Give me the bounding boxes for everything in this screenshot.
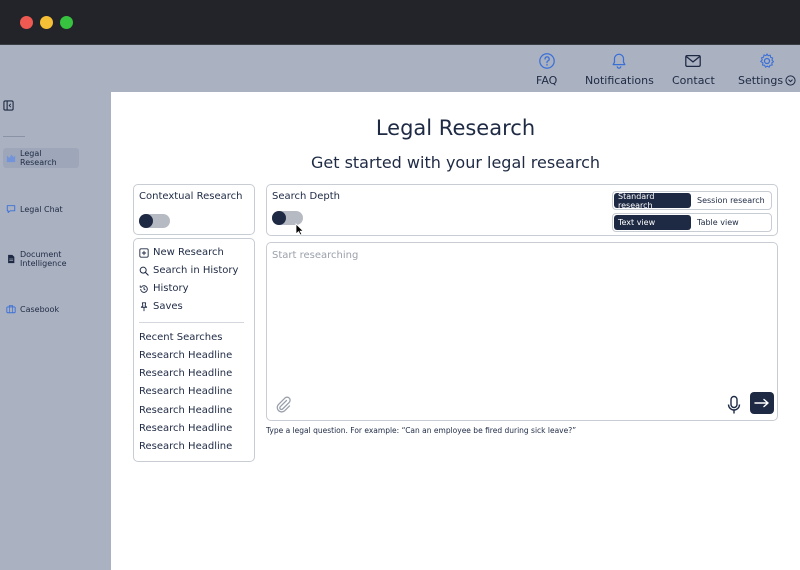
pin-icon xyxy=(140,301,148,311)
recent-search-item[interactable]: Research Headline xyxy=(139,386,232,397)
contact-label: Contact xyxy=(672,74,715,87)
arrow-right-icon xyxy=(754,398,769,408)
history-icon xyxy=(139,284,148,293)
send-button[interactable] xyxy=(750,392,774,414)
new-research-label: New Research xyxy=(153,247,224,258)
research-input-panel xyxy=(266,242,778,421)
maximize-window-button[interactable] xyxy=(60,16,73,29)
history-label: History xyxy=(153,283,189,294)
close-window-button[interactable] xyxy=(20,16,33,29)
gear-icon xyxy=(760,53,775,68)
research-mode-selector: Standard research Session research xyxy=(612,191,772,210)
envelope-icon xyxy=(685,54,702,68)
research-query-input[interactable] xyxy=(272,250,772,380)
example-hint-text: Type a legal question. For example: “Can… xyxy=(266,426,577,435)
sidebar-item-label: Legal Research xyxy=(20,149,57,167)
main-content: Legal Research Get started with your leg… xyxy=(111,92,800,570)
toggle-knob xyxy=(272,211,286,225)
window-titlebar xyxy=(0,0,800,45)
search-depth-panel: Search Depth Standard research Session r… xyxy=(266,184,778,236)
contextual-research-title: Contextual Research xyxy=(139,191,243,202)
sidebar-item-legal-research[interactable]: Legal Research xyxy=(3,148,79,168)
microphone-icon[interactable] xyxy=(725,395,743,415)
sidebar-item-casebook[interactable]: Casebook xyxy=(3,299,62,319)
paperclip-icon[interactable] xyxy=(274,395,292,413)
history-button[interactable]: History xyxy=(139,283,189,294)
standard-research-option[interactable]: Standard research xyxy=(614,192,691,210)
sidebar-item-label: Casebook xyxy=(20,304,60,314)
sidebar-collapse-icon[interactable] xyxy=(3,100,14,111)
contact-nav[interactable]: Contact xyxy=(672,52,715,87)
minimize-window-button[interactable] xyxy=(40,16,53,29)
document-icon xyxy=(8,254,15,264)
top-navigation: FAQ Notifications Contact Settings xyxy=(0,45,800,92)
nav-divider xyxy=(139,322,244,323)
contextual-research-toggle[interactable] xyxy=(139,214,170,228)
text-view-option[interactable]: Text view xyxy=(614,215,691,230)
sidebar: Legal Research Legal Chat Document Intel… xyxy=(0,92,111,570)
briefcase-icon xyxy=(6,305,16,314)
table-view-option[interactable]: Table view xyxy=(693,215,770,230)
bell-icon xyxy=(612,53,626,69)
faq-nav[interactable]: FAQ xyxy=(536,52,557,87)
settings-nav[interactable]: Settings xyxy=(738,52,796,87)
session-research-option[interactable]: Session research xyxy=(693,193,770,208)
research-chart-icon xyxy=(6,154,16,163)
recent-search-item[interactable]: Research Headline xyxy=(139,423,232,434)
recent-searches-title: Recent Searches xyxy=(139,332,223,343)
contextual-research-panel: Contextual Research xyxy=(133,184,255,235)
saves-label: Saves xyxy=(153,301,183,312)
recent-search-item[interactable]: Research Headline xyxy=(139,350,232,361)
notifications-label: Notifications xyxy=(585,74,654,87)
chevron-down-circle-icon[interactable] xyxy=(785,75,796,86)
recent-search-item[interactable]: Research Headline xyxy=(139,368,232,379)
search-history-label: Search in History xyxy=(153,265,239,276)
new-research-button[interactable]: New Research xyxy=(139,247,224,258)
recent-search-item[interactable]: Research Headline xyxy=(139,405,232,416)
sidebar-item-legal-chat[interactable]: Legal Chat xyxy=(3,199,66,219)
recent-search-item[interactable]: Research Headline xyxy=(139,441,232,452)
settings-label: Settings xyxy=(738,74,784,87)
search-icon xyxy=(139,266,149,276)
plus-square-icon xyxy=(139,247,149,258)
faq-label: FAQ xyxy=(536,74,558,87)
question-circle-icon xyxy=(538,53,555,69)
view-mode-selector: Text view Table view xyxy=(612,213,772,232)
sidebar-divider xyxy=(3,136,25,137)
sidebar-item-document-intelligence[interactable]: Document Intelligence xyxy=(3,249,111,269)
research-nav-panel: New Research Search in History History S… xyxy=(133,238,255,462)
sidebar-item-label: Document Intelligence xyxy=(20,250,67,268)
page-title: Legal Research xyxy=(375,116,536,140)
search-history-button[interactable]: Search in History xyxy=(139,265,238,276)
chat-bubble-icon xyxy=(6,205,16,213)
sidebar-item-label: Legal Chat xyxy=(20,204,63,214)
mouse-cursor-icon xyxy=(295,223,304,236)
toggle-knob xyxy=(139,214,153,228)
notifications-nav[interactable]: Notifications xyxy=(585,52,654,87)
page-subtitle: Get started with your legal research xyxy=(310,153,601,172)
search-depth-title: Search Depth xyxy=(272,191,340,202)
saves-button[interactable]: Saves xyxy=(139,301,183,312)
